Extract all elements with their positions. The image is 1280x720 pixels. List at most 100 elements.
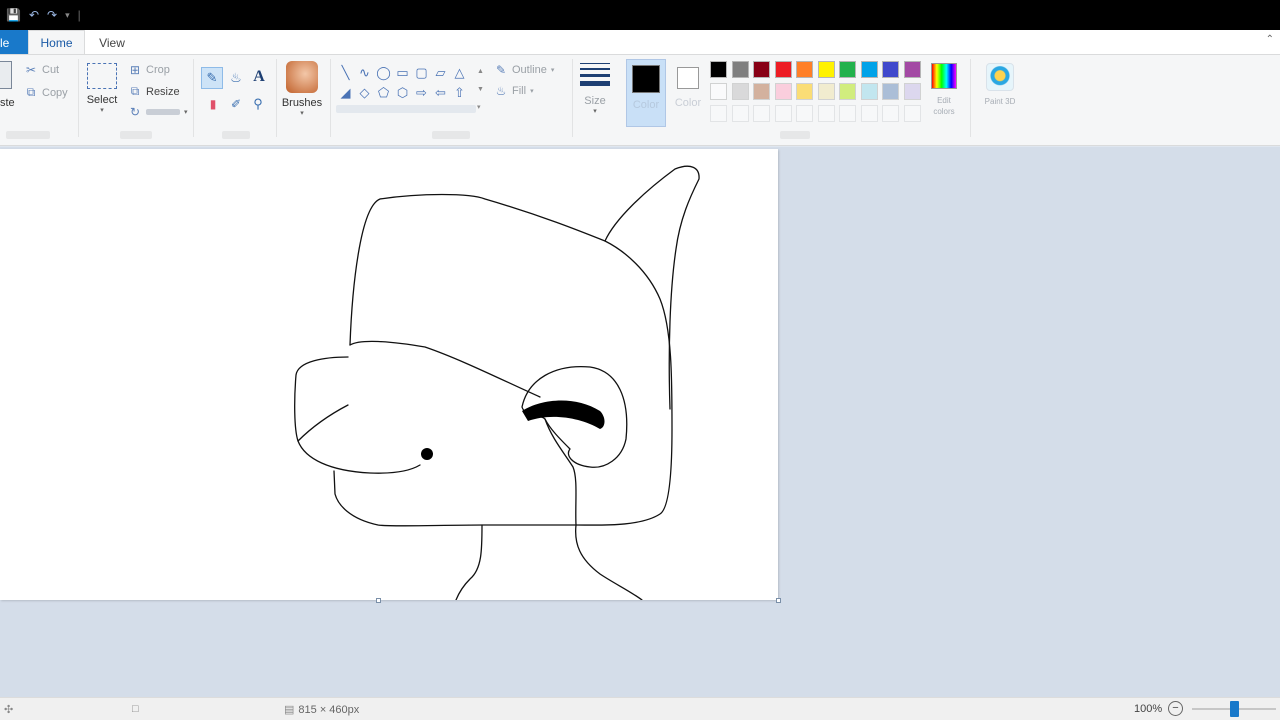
palette-swatch-empty[interactable] <box>753 105 770 122</box>
palette-swatch[interactable] <box>839 61 856 78</box>
palette-swatch-empty[interactable] <box>796 105 813 122</box>
palette-swatch-empty[interactable] <box>817 105 835 122</box>
group-divider <box>78 59 79 137</box>
palette-swatch[interactable] <box>817 61 835 78</box>
size-button[interactable]: Size ▾ <box>578 63 612 115</box>
colors-group-label <box>780 131 810 139</box>
cursor-position-icon: ✣ <box>4 704 14 716</box>
muzzle-outline <box>294 356 421 474</box>
select-rectangle-icon <box>87 63 117 89</box>
paint3d-icon <box>986 63 1014 91</box>
redo-icon[interactable]: ↷ <box>47 9 57 21</box>
edit-with-paint3d-button[interactable]: Paint 3D <box>976 63 1024 106</box>
pencil-icon[interactable]: ✎ <box>201 67 223 89</box>
zoom-level: 100% <box>1134 703 1163 715</box>
palette-swatch[interactable] <box>796 83 813 100</box>
fill-bucket-icon[interactable]: ♨ <box>226 68 246 88</box>
undo-icon[interactable]: ↶ <box>29 9 39 21</box>
color1-button[interactable]: Color <box>626 59 666 127</box>
palette-swatch-empty[interactable] <box>903 105 921 122</box>
palette-swatch[interactable] <box>903 61 921 78</box>
palette-swatch-empty[interactable] <box>710 105 727 122</box>
palette-swatch[interactable] <box>753 61 770 78</box>
brushes-label: Brushes <box>281 97 323 109</box>
palette-swatch[interactable] <box>860 61 878 78</box>
brushes-button[interactable]: Brushes ▾ <box>280 61 324 117</box>
polygon-shape-icon: ▱ <box>435 65 446 80</box>
save-icon[interactable]: 💾 <box>6 9 21 21</box>
palette-swatch[interactable] <box>903 83 921 100</box>
zoom-slider-thumb[interactable] <box>1230 701 1239 717</box>
canvas-size: ▤ 815 × 460px <box>284 703 360 717</box>
resize-icon: ⧉ <box>130 84 140 98</box>
resize-button[interactable]: ⧉ Resize <box>128 84 180 99</box>
copy-button[interactable]: ⧉ Copy <box>24 85 68 100</box>
palette-swatch[interactable] <box>774 61 792 78</box>
palette-swatch[interactable] <box>774 83 792 100</box>
resize-handle-corner[interactable] <box>776 598 781 603</box>
toolbar-divider: | <box>77 8 81 22</box>
crop-button[interactable]: ⊞ Crop <box>128 63 170 77</box>
palette-swatch-empty[interactable] <box>774 105 792 122</box>
palette-swatch-empty[interactable] <box>860 105 878 122</box>
color-spectrum-icon <box>931 63 957 89</box>
neck-right <box>574 524 643 600</box>
fill-button[interactable]: ♨ Fill ▾ <box>494 84 534 98</box>
zoom-out-icon[interactable]: − <box>1168 701 1183 716</box>
palette-swatch[interactable] <box>731 83 749 100</box>
copy-icon: ⧉ <box>26 85 36 99</box>
tab-home[interactable]: Home <box>28 30 85 55</box>
neck-left <box>455 524 483 600</box>
cut-button[interactable]: ✂ Cut <box>24 63 59 77</box>
palette-swatch[interactable] <box>882 83 899 100</box>
curve-shape-icon: ∿ <box>359 65 370 80</box>
cursor-position: ✣ <box>4 703 17 716</box>
rectangle-shape-icon: ▭ <box>396 65 409 80</box>
paste-label: ste <box>0 97 15 109</box>
shapes-scroll[interactable]: ▲ ▼ ▾ <box>477 63 485 123</box>
ribbon-tabs: le Home View ⌃ <box>0 30 1280 55</box>
tab-file[interactable]: le <box>0 30 28 54</box>
shapes-gallery[interactable]: ╲ ∿ ◯ ▭ ▢ ▱ △ ◢ ◇ ⬠ ⬡ ⇨ ⇦ ⇧ <box>336 63 488 115</box>
drawing-canvas[interactable] <box>0 149 781 603</box>
palette-swatch-empty[interactable] <box>731 105 749 122</box>
palette-swatch[interactable] <box>796 61 813 78</box>
palette-swatch[interactable] <box>817 83 835 100</box>
outline-button[interactable]: ✎ Outline ▾ <box>494 63 554 77</box>
palette-swatch[interactable] <box>710 61 727 78</box>
palette-swatch-empty[interactable] <box>882 105 899 122</box>
chevron-down-icon: ▾ <box>593 108 597 115</box>
edit-colors-label: Edit colors <box>933 96 955 116</box>
resize-handle-bottom[interactable] <box>376 598 381 603</box>
palette-swatch[interactable] <box>710 83 727 100</box>
select-button[interactable]: Select ▾ <box>84 63 120 114</box>
palette-swatch[interactable] <box>860 83 878 100</box>
eyebrow-mark <box>522 400 605 429</box>
palette-swatch-empty[interactable] <box>839 105 856 122</box>
magnifier-icon[interactable]: ⚲ <box>249 95 267 113</box>
selection-size-icon: □ <box>132 703 139 715</box>
text-icon[interactable]: A <box>249 66 269 88</box>
group-divider <box>193 59 194 137</box>
rotate-button[interactable]: ↻ ▾ <box>128 105 188 119</box>
shapes-group-label <box>432 131 470 139</box>
crop-icon: ⊞ <box>129 63 141 77</box>
edit-colors-button[interactable]: Edit colors <box>926 63 962 117</box>
chevron-down-icon[interactable]: ▾ <box>65 9 70 21</box>
left-arrow-shape-icon: ⇦ <box>435 85 446 100</box>
fill-icon: ♨ <box>495 84 507 98</box>
canvas-size-icon: ▤ <box>284 704 295 716</box>
palette-swatch[interactable] <box>882 61 899 78</box>
tab-view[interactable]: View <box>90 30 134 54</box>
rounded-rectangle-shape-icon: ▢ <box>415 65 428 80</box>
palette-swatch[interactable] <box>839 83 856 100</box>
palette-swatch[interactable] <box>753 83 770 100</box>
color-picker-icon[interactable]: ✐ <box>227 95 245 113</box>
clipboard-group-label <box>6 131 50 139</box>
up-arrow-shape-icon: ⇧ <box>454 85 465 100</box>
paste-button[interactable]: ste <box>0 61 16 109</box>
color2-button[interactable]: Color <box>670 59 706 127</box>
collapse-ribbon-icon[interactable]: ⌃ <box>1266 34 1274 45</box>
palette-swatch[interactable] <box>731 61 749 78</box>
eraser-icon[interactable]: ▮ <box>204 95 222 113</box>
